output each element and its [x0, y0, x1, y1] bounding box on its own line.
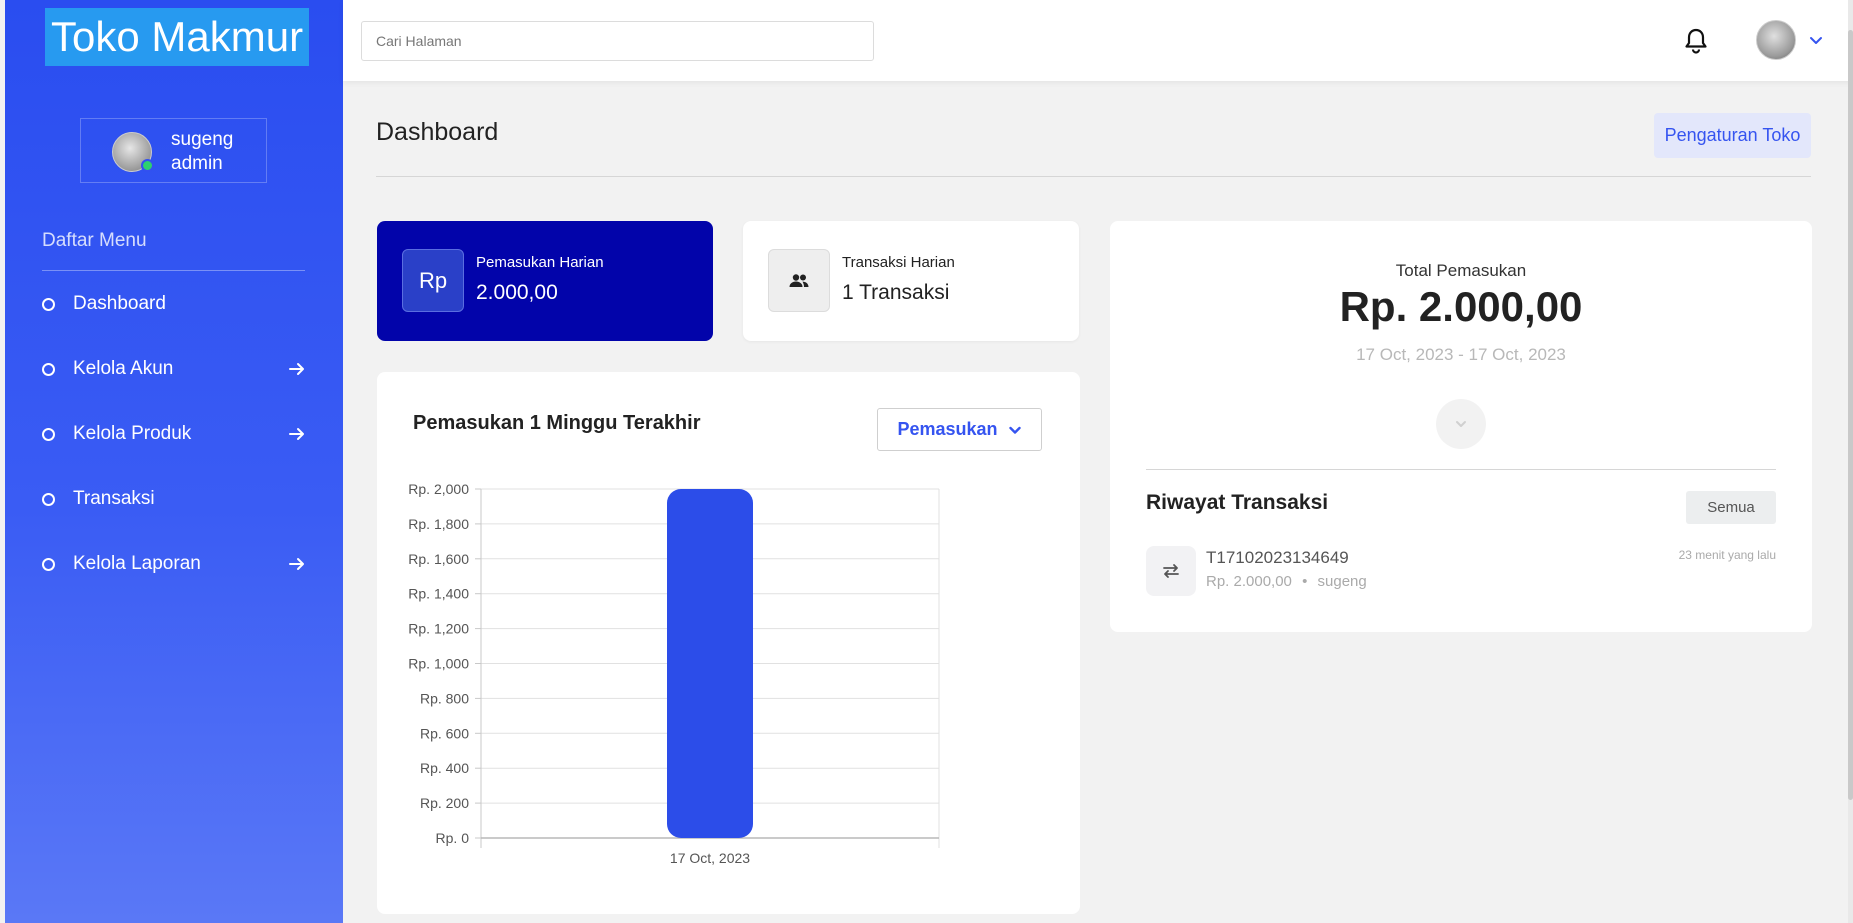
sidebar: Toko Makmur sugeng admin Daftar Menu Das… — [5, 0, 343, 923]
sidebar-item-kelola-laporan[interactable]: Kelola Laporan — [42, 544, 307, 584]
separator-dot: • — [1302, 573, 1308, 590]
sidebar-item-label: Dashboard — [73, 293, 166, 314]
sidebar-item-label: Kelola Akun — [73, 358, 174, 379]
expand-toggle-button[interactable] — [1436, 399, 1486, 449]
stat-label: Transaksi Harian — [842, 254, 955, 271]
chart-title: Pemasukan 1 Minggu Terakhir — [413, 412, 701, 434]
y-tick-label: Rp. 1,600 — [408, 551, 469, 567]
circle-icon — [42, 557, 55, 571]
stat-label: Pemasukan Harian — [476, 254, 604, 271]
y-tick-label: Rp. 200 — [420, 795, 469, 811]
menu-heading: Daftar Menu — [42, 230, 147, 251]
y-tick-label: Rp. 400 — [420, 760, 469, 776]
sidebar-item-label: Transaksi — [73, 488, 155, 509]
arrow-right-icon — [289, 428, 304, 440]
transaction-user: sugeng — [1317, 573, 1367, 590]
y-tick-label: Rp. 1,000 — [408, 656, 469, 672]
chevron-down-icon — [1008, 426, 1021, 434]
total-income-value: Rp. 2.000,00 — [1339, 283, 1583, 330]
sidebar-item-label: Kelola Produk — [73, 423, 192, 444]
y-tick-label: Rp. 800 — [420, 690, 469, 706]
daily-income-card: Rp Pemasukan Harian 2.000,00 — [377, 221, 713, 341]
income-chart-card: Rp. 0 Rp. 200 Rp. 400 Rp. 600 Rp. 800 Rp. 1,0… — [377, 372, 1080, 914]
y-tick-label: Rp. 1,800 — [408, 516, 469, 532]
y-tick-label: Rp. 1,400 — [408, 586, 469, 602]
income-bar-chart: Rp. 0 Rp. 200 Rp. 400 Rp. 600 Rp. 800 Rp. 1,0… — [408, 481, 940, 866]
y-tick-label: Rp. 1,200 — [408, 621, 469, 637]
transaction-time: 23 menit yang lalu — [1678, 548, 1776, 562]
y-tick-label: Rp. 2,000 — [408, 481, 469, 497]
daily-transactions-card: Transaksi Harian 1 Transaksi — [743, 221, 1079, 341]
chevron-down-icon[interactable] — [1808, 32, 1824, 48]
scrollbar-thumb[interactable] — [1848, 30, 1853, 800]
chevron-down-icon — [1456, 421, 1466, 427]
sidebar-item-label: Kelola Laporan — [73, 553, 201, 574]
menu-divider — [42, 270, 305, 271]
stat-value: 2.000,00 — [476, 281, 558, 304]
dropdown-label: Pemasukan — [897, 419, 998, 439]
brand-title[interactable]: Toko Makmur — [45, 8, 310, 66]
chart-type-dropdown[interactable]: Pemasukan — [877, 408, 1042, 451]
y-tick-label: Rp. 0 — [436, 830, 470, 846]
divider — [376, 176, 1811, 177]
transaction-id: T17102023134649 — [1206, 548, 1349, 567]
users-icon — [768, 249, 830, 312]
transaction-amount: Rp. 2.000,00 — [1206, 573, 1292, 590]
online-status-dot — [141, 159, 154, 172]
circle-icon — [42, 297, 55, 311]
x-tick-label: 17 Oct, 2023 — [670, 850, 750, 866]
circle-icon — [42, 427, 55, 441]
view-all-button[interactable]: Semua — [1686, 491, 1776, 524]
transaction-history-title: Riwayat Transaksi — [1146, 491, 1329, 514]
sidebar-item-kelola-akun[interactable]: Kelola Akun — [42, 349, 307, 389]
y-tick-label: Rp. 600 — [420, 725, 469, 741]
divider — [1146, 469, 1776, 470]
arrow-right-icon — [289, 363, 304, 375]
page-title: Dashboard — [376, 118, 499, 146]
bell-icon[interactable] — [1683, 27, 1709, 55]
topbar — [343, 0, 1853, 81]
sidebar-item-transaksi[interactable]: Transaksi — [42, 479, 307, 519]
stat-value: 1 Transaksi — [842, 281, 950, 304]
transaction-meta: Rp. 2.000,00 • sugeng — [1206, 573, 1367, 590]
date-range: 17 Oct, 2023 - 17 Oct, 2023 — [1356, 345, 1566, 364]
user-name: sugeng — [171, 129, 234, 150]
search-input[interactable] — [361, 21, 874, 61]
transfer-icon — [1146, 546, 1196, 596]
circle-icon — [42, 492, 55, 506]
store-settings-button[interactable]: Pengaturan Toko — [1654, 113, 1811, 158]
arrow-right-icon — [289, 558, 304, 570]
user-profile-card[interactable]: sugeng admin — [80, 118, 267, 183]
circle-icon — [42, 362, 55, 376]
total-income-label: Total Pemasukan — [1395, 261, 1527, 280]
transaction-list-item[interactable]: T17102023134649 Rp. 2.000,00 • sugeng 23… — [1146, 544, 1776, 598]
user-avatar-button[interactable] — [1756, 20, 1796, 60]
rupiah-icon: Rp — [402, 249, 464, 312]
sidebar-item-dashboard[interactable]: Dashboard — [42, 284, 307, 324]
total-income-card: Total Pemasukan Rp. 2.000,00 17 Oct, 202… — [1110, 221, 1812, 632]
user-role: admin — [171, 153, 223, 174]
sidebar-item-kelola-produk[interactable]: Kelola Produk — [42, 414, 307, 454]
chart-bar — [667, 489, 753, 838]
